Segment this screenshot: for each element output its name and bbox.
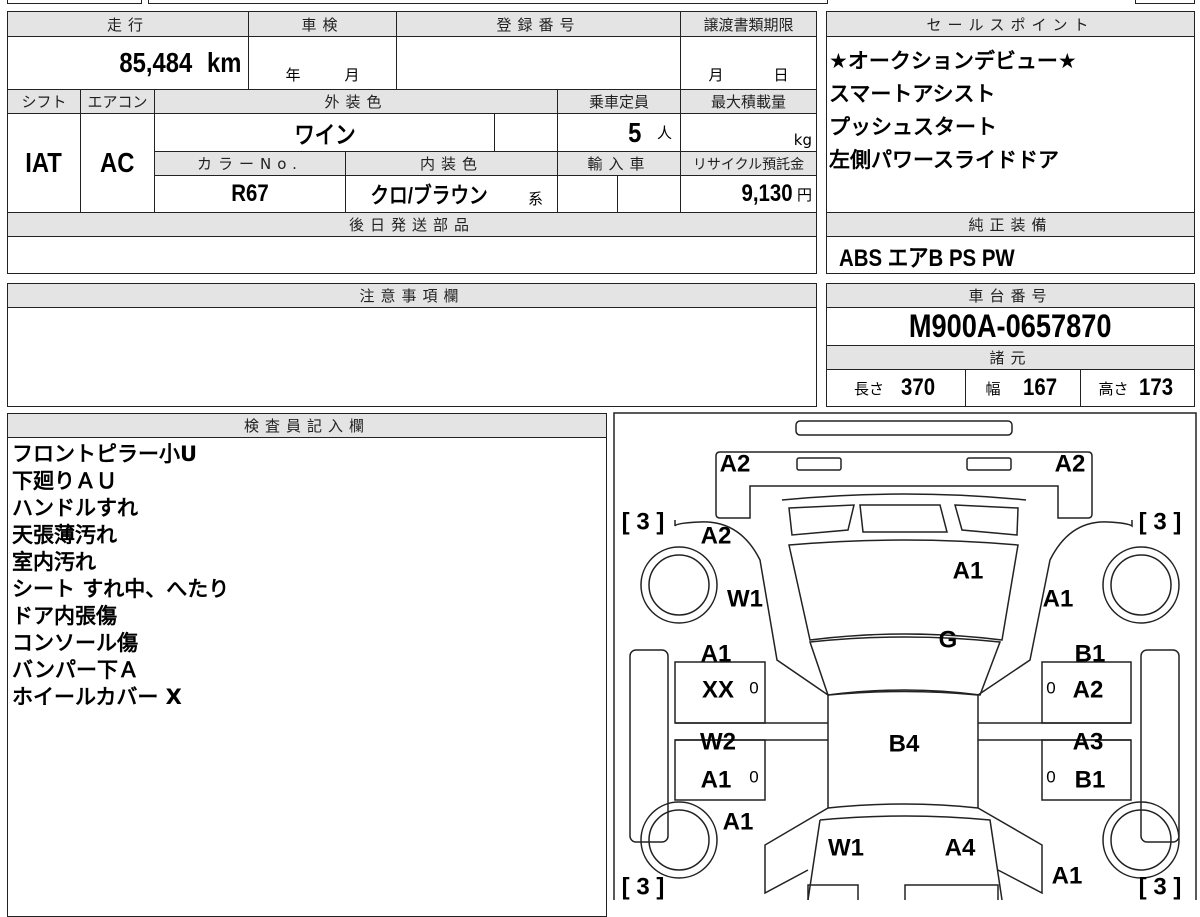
damage-mark: [ 3 ] xyxy=(1139,873,1182,900)
damage-mark: B1 xyxy=(1075,766,1106,793)
damage-mark: A3 xyxy=(1073,728,1104,755)
damage-mark: 0 xyxy=(749,767,758,786)
damage-mark: B1 xyxy=(1075,640,1106,667)
damage-mark: W1 xyxy=(828,834,864,861)
damage-mark: B4 xyxy=(889,730,920,757)
damage-mark: 0 xyxy=(749,678,758,697)
damage-mark: A1 xyxy=(1052,862,1083,889)
damage-mark: A2 xyxy=(720,450,751,477)
car-damage-diagram: A2 A2 [ 3 ] [ 3 ] A2 A1 W1 A1 G A1 B1 XX 0 0 A2 W2 B4 A3 A… xyxy=(613,412,1197,900)
damage-mark: A2 xyxy=(1073,676,1104,703)
damage-mark: A1 xyxy=(701,766,732,793)
damage-mark: A1 xyxy=(701,640,732,667)
damage-mark: 0 xyxy=(1046,678,1055,697)
damage-mark: G xyxy=(939,626,958,653)
damage-mark: A4 xyxy=(945,834,976,861)
damage-mark: XX xyxy=(702,676,734,703)
damage-mark: A1 xyxy=(953,557,984,584)
damage-mark: W2 xyxy=(700,728,736,755)
damage-mark: A1 xyxy=(1043,585,1074,612)
damage-mark: A1 xyxy=(723,808,754,835)
damage-mark: 0 xyxy=(1046,767,1055,786)
damage-mark: A2 xyxy=(701,522,732,549)
damage-mark: [ 3 ] xyxy=(1139,508,1182,535)
damage-mark: [ 3 ] xyxy=(622,508,665,535)
damage-mark: W1 xyxy=(727,585,763,612)
damage-mark: A2 xyxy=(1055,450,1086,477)
damage-mark: [ 3 ] xyxy=(622,873,665,900)
